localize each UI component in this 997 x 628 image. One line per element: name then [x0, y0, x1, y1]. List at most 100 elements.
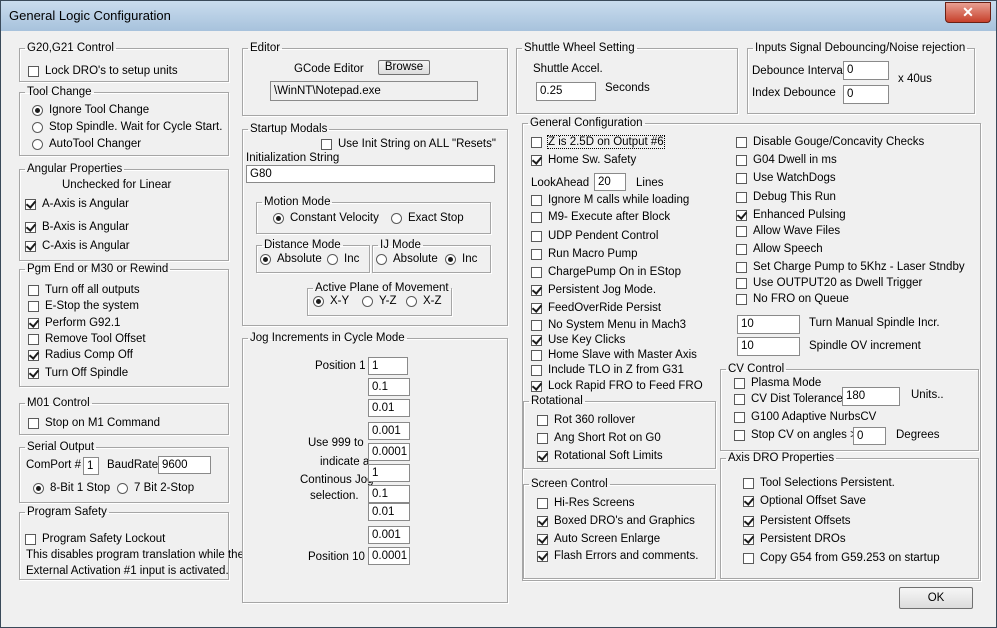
plane-xz-radio[interactable]: X-Z [406, 295, 442, 307]
close-button[interactable]: ✕ [945, 2, 991, 23]
general-checkbox[interactable]: M9- Execute after Block [531, 211, 670, 223]
general-right-checkbox[interactable]: Enhanced Pulsing [736, 209, 846, 221]
c-axis-checkbox[interactable]: C-Axis is Angular [25, 240, 130, 252]
distance-absolute-radio[interactable]: Absolute [260, 253, 322, 265]
ij-inc-radio[interactable]: Inc [445, 253, 477, 265]
safety-lockout-checkbox[interactable]: Program Safety Lockout [25, 533, 165, 545]
general-checkbox[interactable]: Run Macro Pump [531, 248, 637, 260]
jog-increment-6[interactable]: 1 [368, 464, 410, 482]
general-right-checkbox[interactable]: Allow Wave Files [736, 225, 840, 237]
toolchange-option[interactable]: AutoTool Changer [32, 138, 141, 150]
jog-increment-9[interactable]: 0.001 [368, 526, 410, 544]
constant-velocity-radio[interactable]: Constant Velocity [273, 212, 379, 224]
general-right-checkbox[interactable]: Use WatchDogs [736, 172, 836, 184]
screen-checkbox[interactable]: Boxed DRO's and Graphics [537, 515, 695, 527]
general-checkbox[interactable]: Lock Rapid FRO to Feed FRO [531, 380, 703, 392]
general-right-checkbox[interactable]: No FRO on Queue [736, 293, 849, 305]
toolchange-option[interactable]: Ignore Tool Change [32, 104, 149, 116]
screen-checkbox[interactable]: Hi-Res Screens [537, 497, 635, 509]
b-axis-checkbox[interactable]: B-Axis is Angular [25, 221, 129, 233]
general-checkbox[interactable]: Ignore M calls while loading [531, 194, 689, 206]
cv-dist-input[interactable]: 180 [842, 387, 900, 406]
general-right-checkbox[interactable]: Disable Gouge/Concavity Checks [736, 136, 924, 148]
jog-increment-2[interactable]: 0.1 [368, 378, 410, 396]
general-checkbox[interactable]: Include TLO in Z from G31 [531, 364, 684, 376]
cv-dist-label: CV Dist Tolerance [751, 393, 843, 405]
general-checkbox[interactable]: No System Menu in Mach3 [531, 319, 686, 331]
z-25d-checkbox[interactable]: Z is 2.5D on Output #6 [531, 135, 665, 149]
jog-increment-1[interactable]: 1 [368, 357, 408, 375]
init-all-checkbox[interactable]: Use Init String on ALL "Resets" [321, 138, 496, 150]
stop-cv-input[interactable]: 0 [853, 427, 886, 445]
toolchange-option[interactable]: Stop Spindle. Wait for Cycle Start. [32, 121, 222, 133]
cv-dist-checkbox[interactable]: CV Dist Tolerance [734, 393, 843, 405]
general-checkbox[interactable]: Persistent Jog Mode. [531, 284, 656, 296]
jog-increment-3[interactable]: 0.01 [368, 399, 410, 417]
serial-7bit-radio[interactable]: 7 Bit 2-Stop [117, 482, 194, 494]
a-axis-checkbox[interactable]: A-Axis is Angular [25, 198, 129, 210]
ij-radio [445, 253, 456, 265]
serial-radio [33, 482, 44, 494]
pgmend-checkbox[interactable]: Radius Comp Off [28, 349, 133, 361]
general-checkbox[interactable]: FeedOverRide Persist [531, 302, 661, 314]
jog-increment-8[interactable]: 0.01 [368, 503, 410, 521]
screen-checkbox[interactable]: Auto Screen Enlarge [537, 533, 660, 545]
rotational-checkbox[interactable]: Rotational Soft Limits [537, 450, 663, 462]
browse-button[interactable]: Browse [378, 60, 430, 75]
comport-input[interactable]: 1 [83, 457, 99, 475]
ok-button[interactable]: OK [899, 587, 973, 609]
general-right-checkbox[interactable]: Set Charge Pump to 5Khz - Laser Stndby [736, 261, 965, 273]
general-checkbox[interactable]: UDP Pendent Control [531, 230, 658, 242]
axis-dro-checkbox[interactable]: Persistent DROs [743, 533, 846, 545]
general-checkbox[interactable]: ChargePump On in EStop [531, 266, 681, 278]
debounce-interval-input[interactable]: 0 [843, 61, 889, 80]
axis-dro-checkbox[interactable]: Optional Offset Save [743, 495, 866, 507]
jog-increment-7[interactable]: 0.1 [368, 485, 410, 503]
serial-8bit-radio[interactable]: 8-Bit 1 Stop [33, 482, 110, 494]
g100-checkbox[interactable]: G100 Adaptive NurbsCV [734, 411, 876, 423]
screen-checkbox[interactable]: Flash Errors and comments. [537, 550, 698, 562]
title-bar[interactable]: General Logic Configuration ✕ [1, 1, 996, 31]
spindle-incr-input[interactable]: 10 [737, 315, 800, 334]
general-right-checkbox[interactable]: Use OUTPUT20 as Dwell Trigger [736, 277, 922, 289]
axis-dro-checkbox[interactable]: Copy G54 from G59.253 on startup [743, 552, 940, 564]
general-label: Use OUTPUT20 as Dwell Trigger [753, 277, 923, 289]
distance-inc-radio[interactable]: Inc [327, 253, 359, 265]
general-right-checkbox[interactable]: Allow Speech [736, 243, 823, 255]
init-string-input[interactable]: G80 [246, 165, 495, 183]
plane-xy-radio[interactable]: X-Y [313, 295, 349, 307]
general-right-checkbox[interactable]: Debug This Run [736, 191, 836, 203]
stop-cv-checkbox[interactable]: Stop CV on angles > [734, 429, 857, 441]
baudrate-input[interactable]: 9600 [158, 456, 211, 474]
shuttle-accel-input[interactable]: 0.25 [536, 82, 596, 101]
general-label: Lock Rapid FRO to Feed FRO [548, 380, 703, 392]
general-checkbox[interactable]: Use Key Clicks [531, 334, 625, 346]
rotational-checkbox[interactable]: Rot 360 rollover [537, 414, 635, 426]
plasma-mode-checkbox[interactable]: Plasma Mode [734, 377, 821, 389]
lock-dro-checkbox[interactable]: Lock DRO's to setup units [28, 65, 178, 77]
index-debounce-input[interactable]: 0 [843, 85, 889, 104]
pgmend-checkbox[interactable]: Remove Tool Offset [28, 333, 146, 345]
jog-increment-4[interactable]: 0.001 [368, 422, 410, 440]
spindle-ov-input[interactable]: 10 [737, 337, 800, 356]
editor-path-input[interactable]: \WinNT\Notepad.exe [270, 81, 478, 101]
lookahead-input[interactable]: 20 [594, 173, 626, 191]
pgmend-checkbox[interactable]: Perform G92.1 [28, 317, 120, 329]
axis-dro-checkbox[interactable]: Tool Selections Persistent. [743, 477, 895, 489]
pgmend-label: Perform G92.1 [45, 317, 121, 329]
ij-absolute-radio[interactable]: Absolute [376, 253, 438, 265]
home-safety-checkbox[interactable]: Home Sw. Safety [531, 154, 636, 166]
rotational-checkbox[interactable]: Ang Short Rot on G0 [537, 432, 661, 444]
pgmend-checkbox[interactable]: Turn off all outputs [28, 284, 140, 296]
general-checkbox[interactable]: Home Slave with Master Axis [531, 349, 697, 361]
plane-option-label: Y-Z [379, 295, 397, 307]
jog-increment-5[interactable]: 0.0001 [368, 443, 410, 461]
pgmend-checkbox[interactable]: Turn Off Spindle [28, 367, 128, 379]
general-right-checkbox[interactable]: G04 Dwell in ms [736, 154, 837, 166]
axis-dro-checkbox[interactable]: Persistent Offsets [743, 515, 851, 527]
jog-increment-10[interactable]: 0.0001 [368, 547, 410, 565]
pgmend-checkbox[interactable]: E-Stop the system [28, 300, 139, 312]
exact-stop-radio[interactable]: Exact Stop [391, 212, 464, 224]
plane-yz-radio[interactable]: Y-Z [362, 295, 396, 307]
m1-checkbox[interactable]: Stop on M1 Command [28, 417, 160, 429]
